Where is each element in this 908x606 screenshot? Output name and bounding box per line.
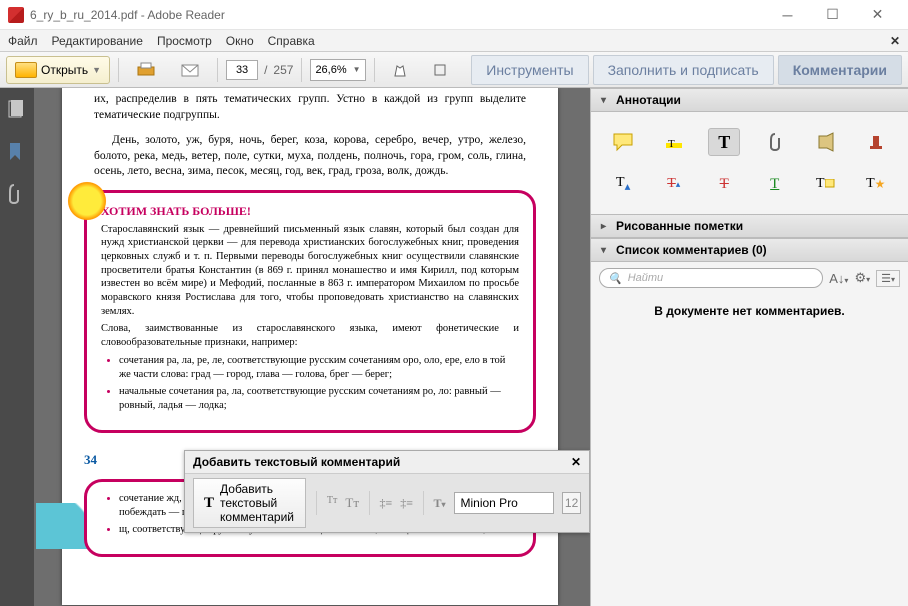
tool-stamp[interactable] bbox=[860, 128, 892, 156]
feature-p2: Слова, заимствованные из старославянског… bbox=[101, 322, 519, 349]
open-button[interactable]: Открыть ▼ bbox=[6, 56, 110, 84]
menu-file[interactable]: Файл bbox=[8, 34, 38, 48]
window-title: 6_ry_b_ru_2014.pdf - Adobe Reader bbox=[30, 8, 225, 22]
tc-add-button[interactable]: T Добавить текстовый комментарий bbox=[193, 478, 306, 528]
zoom-dropdown-icon: ▼ bbox=[353, 65, 361, 74]
maximize-button[interactable]: ☐ bbox=[810, 1, 855, 29]
svg-text:T: T bbox=[668, 138, 675, 150]
tool-hand[interactable] bbox=[383, 56, 417, 84]
tool-underline[interactable]: T bbox=[759, 170, 791, 198]
tc-lineheight-dec-icon[interactable]: ‡≡ bbox=[379, 496, 392, 511]
filter-button[interactable]: ⚙▾ bbox=[854, 270, 870, 286]
tc-size-small-icon[interactable]: Tт bbox=[327, 495, 337, 511]
tc-size-large-icon[interactable]: Tт bbox=[345, 495, 359, 511]
email-button[interactable] bbox=[171, 56, 209, 84]
font-size-value: 12 bbox=[565, 496, 578, 510]
search-placeholder: Найти bbox=[628, 272, 663, 284]
text-comment-toolbar: Добавить текстовый комментарий ✕ T Добав… bbox=[184, 450, 590, 533]
tool-insert-text[interactable]: T▴ bbox=[607, 170, 639, 198]
options-button[interactable]: ☰▾ bbox=[876, 270, 900, 287]
tool-add-note-to-text[interactable]: T bbox=[809, 170, 841, 198]
font-value: Minion Pro bbox=[461, 496, 518, 510]
sort-button[interactable]: A↓▾ bbox=[829, 271, 848, 286]
feature-p1: Старославянский язык — древнейший письме… bbox=[101, 223, 519, 318]
tab-comments[interactable]: Комментарии bbox=[778, 55, 902, 85]
folder-icon bbox=[15, 62, 37, 78]
tool-text-correction[interactable]: T★ bbox=[860, 170, 892, 198]
section-drawn-markups[interactable]: Рисованные пометки bbox=[591, 214, 908, 238]
tool-sticky-note[interactable] bbox=[607, 128, 639, 156]
menu-help[interactable]: Справка bbox=[268, 34, 315, 48]
tc-add-label: Добавить текстовый комментарий bbox=[220, 482, 295, 524]
open-label: Открыть bbox=[41, 63, 88, 77]
tool-record-audio[interactable] bbox=[809, 128, 841, 156]
zoom-value: 26,6% bbox=[315, 64, 346, 76]
doc-word-list: День, золото, уж, буря, ночь, берег, коз… bbox=[94, 133, 526, 180]
tool-replace-text[interactable]: T▴ bbox=[658, 170, 690, 198]
font-size-combo[interactable]: 12 bbox=[562, 492, 581, 514]
tc-color-icon[interactable]: T▾ bbox=[433, 496, 445, 511]
tool-highlight[interactable]: T bbox=[658, 128, 690, 156]
sun-icon bbox=[65, 179, 109, 223]
page-number-input[interactable] bbox=[226, 60, 258, 80]
tool-add-text[interactable]: T bbox=[708, 128, 740, 156]
tool-select[interactable] bbox=[423, 56, 457, 84]
font-combo[interactable]: Minion Pro bbox=[454, 492, 555, 514]
attachments-icon[interactable] bbox=[7, 184, 27, 206]
zoom-combo[interactable]: 26,6% ▼ bbox=[310, 59, 365, 81]
feature-li-2: начальные сочетания ра, ла, соответствую… bbox=[119, 385, 519, 413]
section-comments-list[interactable]: Список комментариев (0) bbox=[591, 238, 908, 262]
comments-search-input[interactable]: 🔍 Найти bbox=[599, 268, 823, 288]
menu-window[interactable]: Окно bbox=[226, 34, 254, 48]
feature-li-1: сочетания ра, ла, ре, ле, соответствующи… bbox=[119, 354, 519, 382]
tc-title: Добавить текстовый комментарий bbox=[193, 455, 400, 469]
tab-tools[interactable]: Инструменты bbox=[471, 55, 588, 85]
tc-close-button[interactable]: ✕ bbox=[571, 455, 581, 469]
feature-title: ХОТИМ ЗНАТЬ БОЛЬШЕ! bbox=[101, 203, 519, 219]
page-total: 257 bbox=[273, 63, 293, 77]
section-annotations[interactable]: Аннотации bbox=[591, 88, 908, 112]
open-dropdown-icon: ▼ bbox=[92, 65, 101, 75]
menu-view[interactable]: Просмотр bbox=[157, 34, 212, 48]
comments-list-label: Список комментариев (0) bbox=[616, 243, 767, 257]
search-icon: 🔍 bbox=[608, 272, 622, 285]
no-comments-label: В документе нет комментариев. bbox=[599, 304, 900, 318]
annotations-label: Аннотации bbox=[616, 93, 681, 107]
tc-lineheight-inc-icon[interactable]: ‡≡ bbox=[400, 496, 413, 511]
menu-edit[interactable]: Редактирование bbox=[52, 34, 143, 48]
minimize-button[interactable]: ─ bbox=[765, 1, 810, 29]
page-number-label: 34 bbox=[84, 451, 97, 469]
doc-intro-tail: их, распределив в пять тематических груп… bbox=[94, 92, 526, 123]
thumbnails-icon[interactable] bbox=[7, 100, 27, 122]
bookmarks-icon[interactable] bbox=[7, 142, 27, 164]
close-button[interactable]: ✕ bbox=[855, 1, 900, 29]
close-doc-button[interactable]: ✕ bbox=[890, 34, 900, 48]
drawn-label: Рисованные пометки bbox=[616, 219, 743, 233]
tab-fill-sign[interactable]: Заполнить и подписать bbox=[593, 55, 774, 85]
feature-box-1: ХОТИМ ЗНАТЬ БОЛЬШЕ! Старославянский язык… bbox=[84, 190, 536, 434]
page-sep: / bbox=[264, 63, 267, 77]
text-tool-icon: T bbox=[204, 495, 214, 512]
app-icon bbox=[8, 7, 24, 23]
print-button[interactable] bbox=[127, 56, 165, 84]
tool-attach-file[interactable] bbox=[759, 128, 791, 156]
tool-strikethrough[interactable]: T bbox=[708, 170, 740, 198]
